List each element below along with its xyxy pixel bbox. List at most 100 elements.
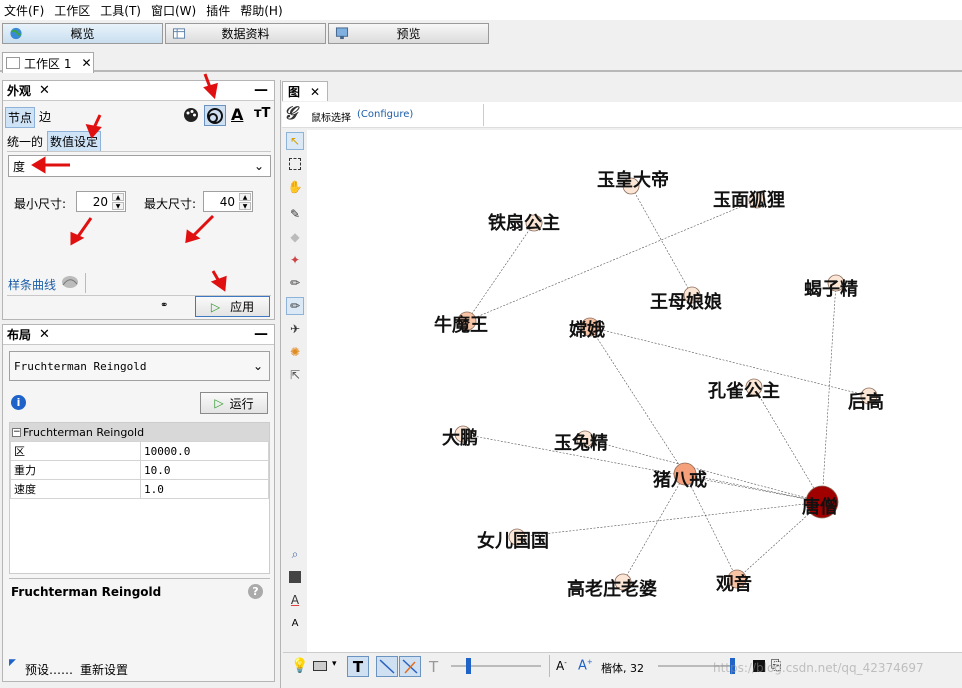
close-icon[interactable]: ✕ <box>39 327 50 342</box>
pointer-icon[interactable]: ↖ <box>286 132 304 150</box>
layout-tab[interactable]: 布局 ✕ — <box>3 325 274 345</box>
run-button[interactable]: ▷ 运行 <box>200 392 268 414</box>
graph-node[interactable]: 牛魔王 <box>434 311 488 336</box>
graph-node[interactable]: 嫦娥 <box>569 317 605 341</box>
property-value[interactable]: 10000.0 <box>140 441 269 461</box>
graph-node[interactable]: 孔雀公主 <box>708 378 780 402</box>
table-row[interactable]: 重力 10.0 <box>10 460 269 480</box>
graph-node[interactable]: 蝎子精 <box>804 274 858 300</box>
graph-node[interactable]: 王母娘娘 <box>650 286 722 313</box>
menu-workspace[interactable]: 工作区 <box>54 2 90 19</box>
configure-link[interactable]: (Configure) <box>357 109 413 120</box>
graph-tab-label: 图 <box>288 85 301 99</box>
reset-button[interactable]: 重新设置 <box>80 661 128 678</box>
font-decrease-icon[interactable]: A- <box>556 659 567 673</box>
graph-edge[interactable] <box>821 282 837 503</box>
rect-select-icon[interactable] <box>286 155 304 173</box>
layout-algorithm-select[interactable]: Fruchterman Reingold ⌄ <box>9 351 270 381</box>
show-labels-icon[interactable]: T <box>347 656 369 677</box>
close-icon[interactable]: ✕ <box>81 56 91 70</box>
painter-icon[interactable]: ✦ <box>286 251 304 269</box>
graph-node[interactable]: 猪八戒 <box>652 462 707 491</box>
zoom-icon[interactable]: ⌕ <box>286 545 304 563</box>
graph-node[interactable]: 玉兔精 <box>554 430 608 454</box>
collapse-icon[interactable]: − <box>12 427 21 437</box>
property-name: 速度 <box>10 479 141 499</box>
graph-node-label: 王母娘娘 <box>650 291 722 313</box>
property-name: 重力 <box>10 460 141 480</box>
menu-window[interactable]: 窗口(W) <box>151 2 196 19</box>
tab-preview[interactable]: 预览 <box>328 23 489 44</box>
graph-edge[interactable] <box>630 185 693 296</box>
menu-file[interactable]: 文件(F) <box>4 2 44 19</box>
graph-node[interactable]: 玉面狐狸 <box>713 189 785 211</box>
graph-node[interactable]: 唐僧 <box>802 485 839 519</box>
layout-algorithm-value: Fruchterman Reingold <box>14 359 147 373</box>
graph-canvas[interactable]: 玉皇大帝玉面狐狸铁扇公主王母娘娘 蝎子精牛魔王 嫦娥孔雀公主 后高大鹏 玉兔精猪八戒唐僧… <box>307 130 962 652</box>
font-selector[interactable]: 楷体, 32 <box>601 660 644 676</box>
graph-node-label: 高老庄老婆 <box>567 578 657 600</box>
graph-node[interactable]: 女儿国国 <box>477 528 549 552</box>
graph-node[interactable]: 大鹏 <box>442 425 478 449</box>
monitor-icon <box>335 27 349 40</box>
info-icon[interactable]: i <box>11 395 26 410</box>
help-icon[interactable]: ? <box>248 584 263 599</box>
workspace-tab-label: 工作区 1 <box>24 56 72 71</box>
watermark: https://blog.csdn.net/qq_42374697 <box>713 661 924 675</box>
graph-node-label: 铁扇公主 <box>488 212 560 234</box>
graph-node[interactable]: 铁扇公主 <box>488 212 560 234</box>
graph-edge[interactable] <box>753 386 823 503</box>
edge-color-icon[interactable] <box>399 656 421 677</box>
property-value[interactable]: 1.0 <box>140 479 269 499</box>
graph-edge[interactable] <box>462 433 823 503</box>
table-row[interactable]: 区 10000.0 <box>10 441 269 461</box>
presets-button[interactable]: 预设…… <box>25 661 73 678</box>
graph-svg[interactable]: 玉皇大帝玉面狐狸铁扇公主王母娘娘 蝎子精牛魔王 嫦娥孔雀公主 后高大鹏 玉兔精猪八戒唐僧… <box>307 130 962 652</box>
property-value[interactable]: 10.0 <box>140 460 269 480</box>
lightbulb-icon[interactable]: 💡 <box>291 658 308 674</box>
graph-node[interactable]: 玉皇大帝 <box>597 169 669 195</box>
graph-node[interactable]: 高老庄老婆 <box>567 573 657 600</box>
help-pointer-icon[interactable]: ⇱ <box>286 366 304 384</box>
airplane-icon[interactable]: ✈ <box>286 320 304 338</box>
brush-icon[interactable]: ✎ <box>286 205 304 223</box>
sun-icon[interactable]: ✺ <box>286 343 304 361</box>
mouse-select-label: 鼠标选择 <box>311 113 351 124</box>
corner-icon: ◤ <box>9 658 16 668</box>
edge-visibility-icon[interactable] <box>376 656 398 677</box>
property-name: 区 <box>10 441 141 461</box>
menu-help[interactable]: 帮助(H) <box>240 2 282 19</box>
graph-node-label: 玉兔精 <box>554 432 608 454</box>
annotation-arrows <box>31 73 227 292</box>
table-row[interactable]: 速度 1.0 <box>10 479 269 499</box>
menu-tools[interactable]: 工具(T) <box>100 2 141 19</box>
pencil-icon[interactable]: ✏ <box>286 274 304 292</box>
tab-preview-label: 预览 <box>396 27 421 41</box>
screenshot-icon[interactable] <box>313 661 327 671</box>
edge-label-icon[interactable]: T <box>429 658 438 676</box>
drag-hand-icon[interactable]: ✋ <box>286 178 304 196</box>
minimize-icon[interactable]: — <box>254 326 268 342</box>
edge-pencil-icon[interactable]: ✏ <box>286 297 304 315</box>
edge-weight-slider[interactable] <box>451 665 541 667</box>
graph-node[interactable]: 观音 <box>716 569 752 595</box>
graph-tab[interactable]: 图 ✕ <box>282 81 328 101</box>
edge-weight-slider-thumb[interactable] <box>466 658 471 674</box>
property-section[interactable]: − Fruchterman Reingold <box>10 423 269 441</box>
graph-edge[interactable] <box>466 222 535 322</box>
graph-node[interactable]: 后高 <box>848 387 884 413</box>
graph-node-label: 女儿国国 <box>477 530 549 552</box>
font-size-icon[interactable]: A <box>286 614 304 632</box>
close-icon[interactable]: ✕ <box>310 85 320 99</box>
graph-node-label: 孔雀公主 <box>708 380 780 402</box>
menu-plugins[interactable]: 插件 <box>206 2 230 19</box>
chevron-down-icon[interactable]: ▾ <box>332 659 337 669</box>
font-increase-icon[interactable]: A+ <box>578 658 593 673</box>
font-color-icon[interactable]: A <box>286 591 304 609</box>
diamond-icon[interactable]: ◆ <box>286 228 304 246</box>
background-color-icon[interactable] <box>286 568 304 586</box>
graph-edge[interactable] <box>516 501 823 538</box>
tab-overview[interactable]: 概览 <box>2 23 163 44</box>
tab-overview-label: 概览 <box>70 27 95 41</box>
tab-data-laboratory[interactable]: 数据资料 <box>165 23 326 44</box>
